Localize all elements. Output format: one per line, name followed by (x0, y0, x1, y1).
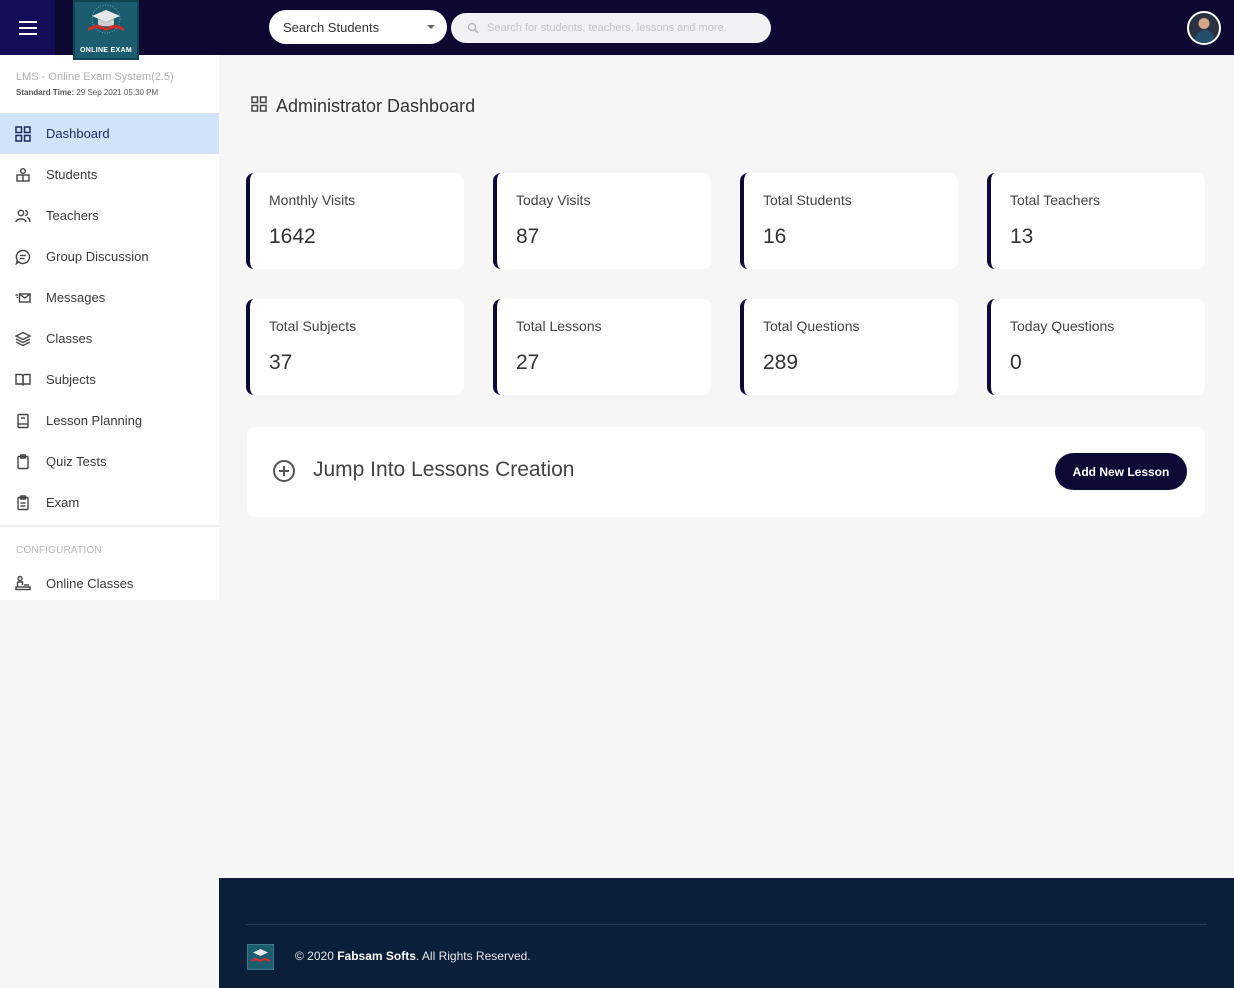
sidebar-item-label: Quiz Tests (46, 454, 107, 469)
clipboard-icon (15, 453, 31, 470)
stat-card-total-subjects: Total Subjects 37 (246, 299, 464, 395)
mail-icon (15, 290, 31, 306)
sidebar-item-group-discussion[interactable]: Group Discussion (0, 236, 219, 277)
stat-card-total-lessons: Total Lessons 27 (493, 299, 711, 395)
sidebar-item-quiz-tests[interactable]: Quiz Tests (0, 441, 219, 482)
plus-circle-icon (272, 459, 296, 488)
grid-icon (251, 96, 267, 117)
page-title-text: Administrator Dashboard (276, 96, 476, 116)
jump-into-lessons-panel: Jump Into Lessons Creation Add New Lesso… (247, 427, 1205, 517)
top-bar: ONLINE EXAM Search Students (0, 0, 1234, 60)
students-icon (15, 167, 31, 183)
online-class-icon (15, 575, 31, 591)
standard-time: Standard Time: 29 Sep 2021 05:30 PM (16, 88, 219, 97)
app-info: LMS - Online Exam System(2.5) Standard T… (0, 55, 219, 113)
add-new-lesson-button[interactable]: Add New Lesson (1055, 453, 1187, 490)
sidebar-item-exam[interactable]: Exam (0, 482, 219, 523)
app-logo[interactable]: ONLINE EXAM (73, 0, 139, 60)
users-icon (15, 208, 31, 224)
stat-label: Total Questions (763, 318, 860, 334)
hamburger-icon (18, 19, 37, 37)
page-title: Administrator Dashboard (251, 96, 475, 117)
sidebar-item-dashboard[interactable]: Dashboard (0, 113, 219, 154)
global-search[interactable] (451, 13, 771, 43)
user-avatar[interactable] (1187, 11, 1221, 45)
sidebar-item-label: Group Discussion (46, 249, 149, 264)
graduation-cap-icon (88, 4, 124, 34)
footer: © 2020 Fabsam Softs. All Rights Reserved… (219, 878, 1234, 988)
stat-label: Total Students (763, 192, 852, 208)
stat-card-today-questions: Today Questions 0 (987, 299, 1205, 395)
sidebar-item-online-classes[interactable]: Online Classes (0, 565, 219, 601)
stat-value: 1642 (269, 225, 316, 248)
sidebar-item-label: Exam (46, 495, 80, 510)
stat-label: Total Teachers (1010, 192, 1101, 208)
book-icon (15, 413, 31, 429)
copyright-text: © 2020 Fabsam Softs. All Rights Reserved… (295, 949, 531, 963)
stat-label: Monthly Visits (269, 192, 356, 208)
stat-value: 0 (1010, 351, 1022, 374)
grid-icon (15, 125, 31, 142)
sidebar-item-label: Students (46, 167, 98, 182)
stat-label: Total Subjects (269, 318, 357, 334)
sidebar-item-messages[interactable]: Messages (0, 277, 219, 318)
sidebar-item-label: Classes (46, 331, 93, 346)
stat-value: 37 (269, 351, 293, 374)
search-type-select[interactable]: Search Students (269, 10, 447, 44)
footer-logo (247, 944, 274, 970)
sidebar-item-subjects[interactable]: Subjects (0, 359, 219, 400)
sidebar-item-label: Subjects (46, 372, 96, 387)
sidebar: LMS - Online Exam System(2.5) Standard T… (0, 55, 219, 600)
menu-toggle-button[interactable] (0, 0, 55, 55)
standard-time-label: Standard Time: (16, 88, 75, 97)
search-type-value: Search Students (283, 19, 380, 35)
stat-value: 13 (1010, 225, 1034, 248)
stat-label: Total Lessons (516, 318, 602, 334)
chat-icon (15, 249, 31, 265)
stat-value: 289 (763, 351, 799, 374)
section-title-configuration: CONFIGURATION (16, 545, 102, 556)
copyright-suffix: . All Rights Reserved. (415, 949, 531, 963)
sidebar-item-label: Teachers (46, 208, 99, 223)
jump-text: Jump Into Lessons Creation (313, 458, 575, 481)
stat-label: Today Questions (1010, 318, 1115, 334)
sidebar-item-label: Messages (46, 290, 106, 305)
layers-icon (15, 331, 31, 347)
caret-down-icon (427, 25, 435, 29)
sidebar-item-lesson-planning[interactable]: Lesson Planning (0, 400, 219, 441)
stat-card-today-visits: Today Visits 87 (493, 173, 711, 269)
copyright-prefix: © 2020 (295, 949, 338, 963)
stat-value: 27 (516, 351, 540, 374)
stat-label: Today Visits (516, 192, 591, 208)
sidebar-item-label: Online Classes (46, 575, 134, 591)
standard-time-value: 29 Sep 2021 05:30 PM (76, 88, 159, 97)
sidebar-item-students[interactable]: Students (0, 154, 219, 195)
footer-divider (246, 924, 1207, 925)
search-icon (467, 22, 479, 34)
sidebar-item-teachers[interactable]: Teachers (0, 195, 219, 236)
company-name: Fabsam Softs (337, 949, 416, 963)
search-input[interactable] (487, 22, 757, 34)
sidebar-item-label: Dashboard (46, 126, 110, 141)
stat-card-total-questions: Total Questions 289 (740, 299, 958, 395)
logo-text: ONLINE EXAM (80, 47, 132, 54)
sidebar-item-label: Lesson Planning (46, 413, 143, 428)
stat-value: 87 (516, 225, 540, 248)
app-name: LMS - Online Exam System(2.5) (16, 71, 174, 83)
sidebar-item-classes[interactable]: Classes (0, 318, 219, 359)
stat-card-total-students: Total Students 16 (740, 173, 958, 269)
stat-value: 16 (763, 225, 787, 248)
stat-card-total-teachers: Total Teachers 13 (987, 173, 1205, 269)
book-open-icon (15, 372, 31, 388)
stat-card-monthly-visits: Monthly Visits 1642 (246, 173, 464, 269)
clipboard-list-icon (15, 494, 31, 511)
